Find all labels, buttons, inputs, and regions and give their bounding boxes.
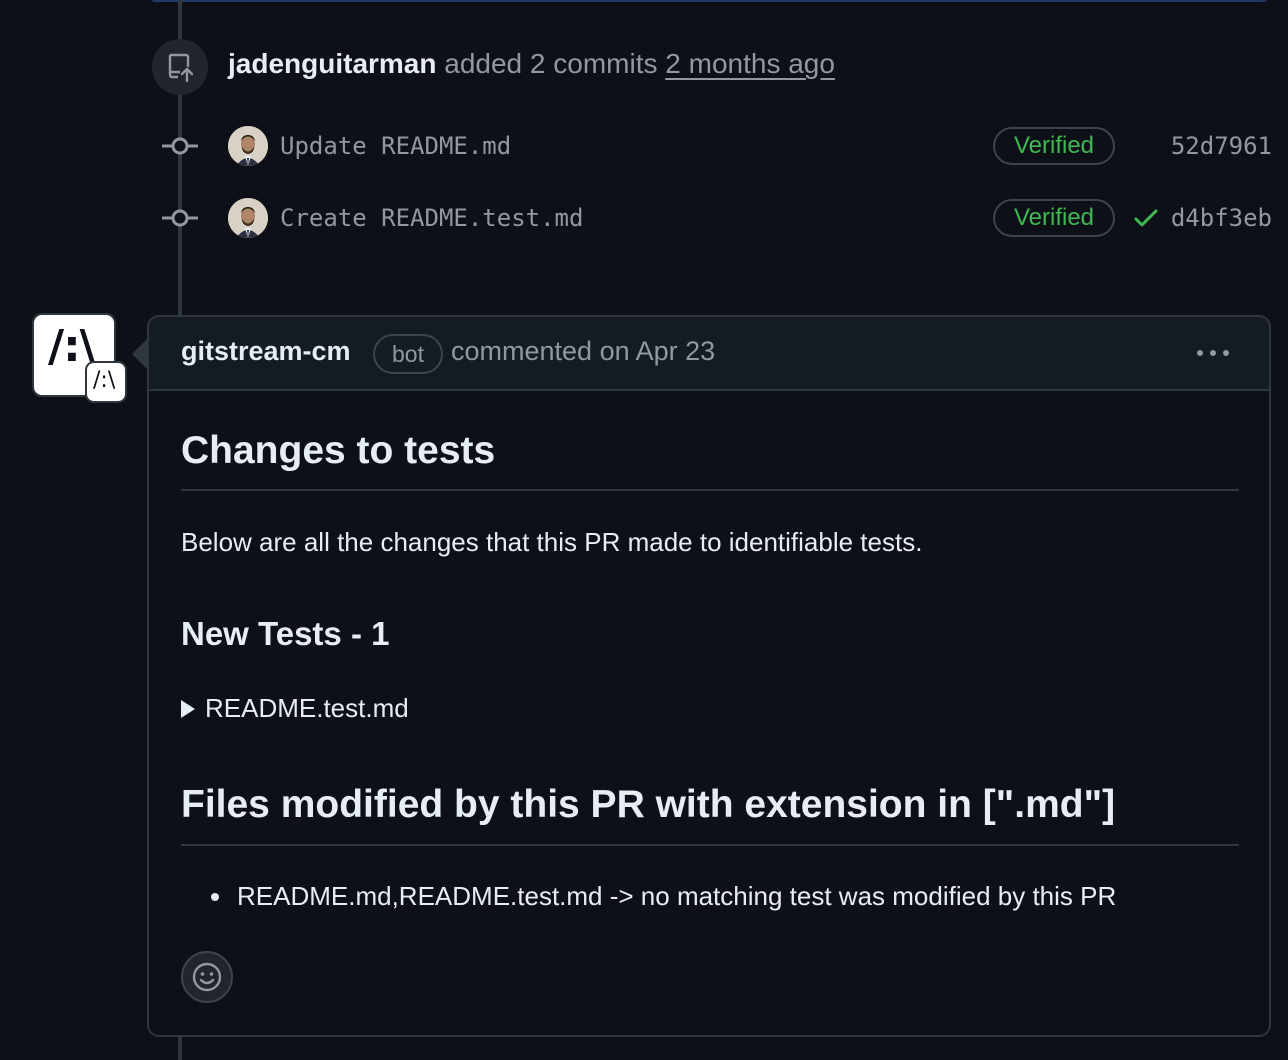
details-toggle[interactable]: README.test.md	[181, 693, 409, 724]
comment-box: gitstream-cm bot commented on Apr 23 Cha…	[147, 315, 1271, 1037]
verified-badge[interactable]: Verified	[993, 199, 1115, 237]
avatar[interactable]	[228, 126, 268, 166]
list-item: README.md,README.test.md -> no matching …	[211, 881, 1116, 912]
event-actor-link[interactable]: jadenguitarman	[228, 48, 436, 79]
comment-paragraph: Below are all the changes that this PR m…	[181, 527, 923, 557]
commit-message-link[interactable]: Create README.test.md	[280, 202, 583, 234]
comment-header: gitstream-cm bot commented on Apr 23	[149, 317, 1269, 391]
smiley-icon	[192, 962, 222, 992]
divider	[181, 844, 1239, 846]
gitstream-logo-icon: /:\	[93, 368, 116, 393]
comment-timestamp[interactable]: commented on Apr 23	[451, 336, 715, 367]
git-commit-icon	[162, 209, 198, 227]
heading-new-tests: New Tests - 1	[181, 615, 390, 652]
verified-badge[interactable]: Verified	[993, 127, 1115, 165]
push-event-summary: jadenguitarman added 2 commits 2 months …	[228, 44, 835, 84]
timeline-line	[178, 1036, 182, 1060]
divider	[181, 489, 1239, 491]
event-action-text: added 2 commits	[444, 48, 658, 79]
triangle-right-icon	[181, 699, 195, 718]
details-summary-label: README.test.md	[205, 693, 409, 723]
commit-message-link[interactable]: Update README.md	[280, 130, 511, 162]
heading-changes-to-tests: Changes to tests	[181, 429, 496, 472]
event-time-link[interactable]: 2 months ago	[665, 48, 835, 79]
commit-sha-link[interactable]: d4bf3eb	[1171, 202, 1272, 234]
commit-row: Create README.test.md Verified d4bf3eb	[0, 194, 1288, 242]
repo-push-icon	[152, 39, 208, 95]
bot-app-badge: /:\	[85, 361, 127, 403]
list-item-text: README.md,README.test.md -> no matching …	[237, 881, 1117, 911]
check-icon[interactable]	[1132, 204, 1160, 232]
bullet-icon	[211, 892, 219, 901]
more-options-icon[interactable]	[1195, 343, 1231, 363]
add-reaction-button[interactable]	[181, 951, 233, 1003]
pr-timeline: jadenguitarman added 2 commits 2 months …	[0, 0, 1288, 1060]
bot-label: bot	[373, 334, 443, 374]
comment-pointer	[132, 338, 148, 370]
previous-comment-box-edge	[148, 0, 1270, 2]
avatar[interactable]	[228, 198, 268, 238]
commit-row: Update README.md Verified 52d7961	[0, 122, 1288, 170]
heading-files-modified: Files modified by this PR with extension…	[181, 783, 1116, 826]
commit-sha-link[interactable]: 52d7961	[1171, 130, 1272, 162]
comment-author-link[interactable]: gitstream-cm	[181, 336, 351, 367]
git-commit-icon	[162, 137, 198, 155]
